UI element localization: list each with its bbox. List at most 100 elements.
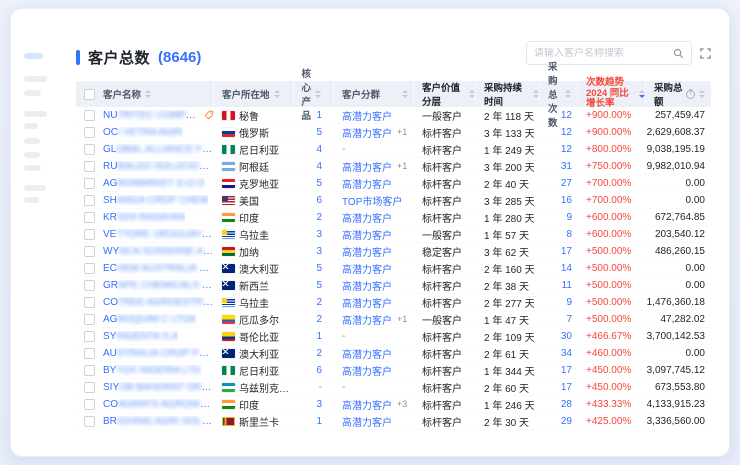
purchase-count-link[interactable]: 9 (566, 297, 572, 308)
row-checkbox[interactable] (84, 161, 95, 172)
customer-name-link[interactable]: AUSTRALIA CROP PROTECTION P... (103, 348, 214, 359)
row-checkbox[interactable] (84, 127, 95, 138)
table-row[interactable]: GLOBAL ALLIANCE FOR CHEMICA... 尼日利亚 4 - … (76, 141, 711, 158)
search-input[interactable] (534, 48, 673, 59)
purchase-count-link[interactable]: 17 (561, 365, 572, 376)
sidebar-item[interactable] (24, 123, 38, 129)
row-checkbox[interactable] (84, 399, 95, 410)
sort-icon[interactable] (699, 90, 705, 98)
segment-link[interactable]: 高潜力客户 (342, 278, 392, 293)
core-product-link[interactable]: 5 (316, 263, 322, 274)
table-row[interactable]: BYTOX NIGERIA LTD 尼日利亚 6 高潜力客户 标杆客户 1 年 … (76, 362, 711, 379)
segment-link[interactable]: 高潜力客户 (342, 414, 392, 429)
purchase-count-link[interactable]: 17 (561, 382, 572, 393)
col-header-segment[interactable]: 客户分群 (342, 87, 380, 101)
row-checkbox[interactable] (84, 382, 95, 393)
table-row[interactable]: RUBALDO SOLUCIONES S.A 阿根廷 4 高潜力客户 +1 标杆… (76, 158, 711, 175)
segment-link[interactable]: 高潜力客户 (342, 346, 392, 361)
purchase-count-link[interactable]: 8 (566, 229, 572, 240)
core-product-link[interactable]: 2 (316, 314, 322, 325)
core-product-link[interactable]: 4 (316, 161, 322, 172)
row-checkbox[interactable] (84, 263, 95, 274)
table-row[interactable]: ECHEM AUSTRALIA PTY LIMITED 澳大利亚 5 高潜力客户… (76, 260, 711, 277)
row-checkbox[interactable] (84, 365, 95, 376)
col-header-trend-line1[interactable]: 次数趋势 (586, 78, 635, 89)
core-product-link[interactable]: 2 (316, 212, 322, 223)
row-checkbox[interactable] (84, 348, 95, 359)
core-product-link[interactable]: - (319, 382, 322, 393)
customer-name-link[interactable]: AGROMARKET D.O.O (103, 178, 205, 189)
segment-link[interactable]: 高潜力客户 (342, 312, 392, 327)
segment-link[interactable]: 高潜力客户 (342, 397, 392, 412)
segment-link[interactable]: 高潜力客户 (342, 363, 392, 378)
table-row[interactable]: VETTORE URUGUAY S.R.L 乌拉圭 3 高潜力客户 一般客户 1… (76, 226, 711, 243)
sidebar-item[interactable] (24, 76, 47, 82)
table-row[interactable]: SYINGENTA S.A 哥伦比亚 1 - 标杆客户 2 年 109 天 30… (76, 328, 711, 345)
row-checkbox[interactable] (84, 195, 95, 206)
purchase-count-link[interactable]: 30 (561, 331, 572, 342)
purchase-count-link[interactable]: 16 (561, 195, 572, 206)
search-icon[interactable] (673, 48, 684, 59)
customer-name-link[interactable]: BYTOX NIGERIA LTD (103, 365, 201, 376)
sidebar-item[interactable] (24, 90, 41, 96)
customer-name-link[interactable]: AGROQUIM C LTDA (103, 314, 196, 325)
core-product-link[interactable]: 5 (316, 127, 322, 138)
sidebar-item[interactable] (24, 138, 40, 144)
core-product-link[interactable]: 5 (316, 280, 322, 291)
row-checkbox[interactable] (84, 229, 95, 240)
row-checkbox[interactable] (84, 280, 95, 291)
purchase-count-link[interactable]: 27 (561, 178, 572, 189)
purchase-count-link[interactable]: 34 (561, 348, 572, 359)
segment-link[interactable]: 高潜力客户 (342, 244, 392, 259)
select-all-checkbox[interactable] (84, 89, 95, 100)
segment-link[interactable]: 高潜力客户 (342, 210, 392, 225)
customer-name-link[interactable]: WYNCA SUNSHINE AGRO PRODU... (103, 246, 214, 257)
table-row[interactable]: GRAPE CHEMICALS LIMITED 新西兰 5 高潜力客户 标杆客户… (76, 277, 711, 294)
table-row[interactable]: SHANGA CROP CHEM 美国 6 TOP市场客户 标杆客户 3 年 2… (76, 192, 711, 209)
col-header-amount[interactable]: 采购总额 (654, 80, 683, 108)
customer-name-link[interactable]: SYINGENTA S.A (103, 331, 178, 342)
table-row[interactable]: SIYOB BAHORAT ORZU FORMER X... 乌兹别克斯坦 - … (76, 379, 711, 396)
core-product-link[interactable]: 4 (316, 144, 322, 155)
purchase-count-link[interactable]: 12 (561, 110, 572, 121)
col-header-name[interactable]: 客户名称 (103, 87, 141, 101)
table-row[interactable]: NUTRITEC COMPANI S.A.C 秘鲁 1 高潜力客户 一般客户 2… (76, 107, 711, 124)
customer-name-link[interactable]: SIYOB BAHORAT ORZU FORMER X... (103, 382, 214, 393)
row-checkbox[interactable] (84, 331, 95, 342)
customer-name-link[interactable]: GRAPE CHEMICALS LIMITED (103, 280, 214, 291)
table-row[interactable]: WYNCA SUNSHINE AGRO PRODU... 加纳 3 高潜力客户 … (76, 243, 711, 260)
core-product-link[interactable]: 6 (316, 195, 322, 206)
row-checkbox[interactable] (84, 110, 95, 121)
sidebar-item[interactable] (24, 152, 40, 158)
core-product-link[interactable]: 3 (316, 246, 322, 257)
customer-name-link[interactable]: VETTORE URUGUAY S.R.L (103, 229, 214, 240)
purchase-count-link[interactable]: 9 (566, 212, 572, 223)
purchase-count-link[interactable]: 28 (561, 399, 572, 410)
core-product-link[interactable]: 2 (316, 297, 322, 308)
purchase-count-link[interactable]: 12 (561, 144, 572, 155)
table-row[interactable]: AGROQUIM C LTDA 厄瓜多尔 2 高潜力客户 +1 一般客户 1 年… (76, 311, 711, 328)
purchase-count-link[interactable]: 11 (562, 280, 572, 291)
customer-name-link[interactable]: KRISHI RASAYAN (103, 212, 185, 223)
sidebar-item[interactable] (24, 197, 39, 203)
row-checkbox[interactable] (84, 144, 95, 155)
segment-link[interactable]: 高潜力客户 (342, 295, 392, 310)
core-product-link[interactable]: 3 (316, 399, 322, 410)
sidebar-item[interactable] (24, 185, 46, 191)
fullscreen-expand-icon[interactable] (700, 48, 711, 59)
segment-link[interactable]: 高潜力客户 (342, 261, 392, 276)
col-header-location[interactable]: 客户所在地 (222, 87, 270, 101)
segment-link[interactable]: - (342, 331, 345, 342)
sort-icon[interactable] (402, 90, 408, 98)
purchase-count-link[interactable]: 7 (566, 314, 572, 325)
segment-link[interactable]: - (342, 144, 345, 155)
table-row[interactable]: AUSTRALIA CROP PROTECTION P... 澳大利亚 2 高潜… (76, 345, 711, 362)
purchase-count-link[interactable]: 31 (561, 161, 572, 172)
customer-name-link[interactable]: OCI VETRA AGRI (103, 127, 183, 138)
core-product-link[interactable]: 5 (316, 178, 322, 189)
customer-name-link[interactable]: COAGRATS AGRONICA PRIVATE ... (103, 399, 214, 410)
sort-icon-active[interactable] (639, 90, 645, 98)
row-checkbox[interactable] (84, 297, 95, 308)
customer-name-link[interactable]: ECHEM AUSTRALIA PTY LIMITED (103, 263, 214, 274)
customer-name-link[interactable]: SHANGA CROP CHEM (103, 195, 208, 206)
